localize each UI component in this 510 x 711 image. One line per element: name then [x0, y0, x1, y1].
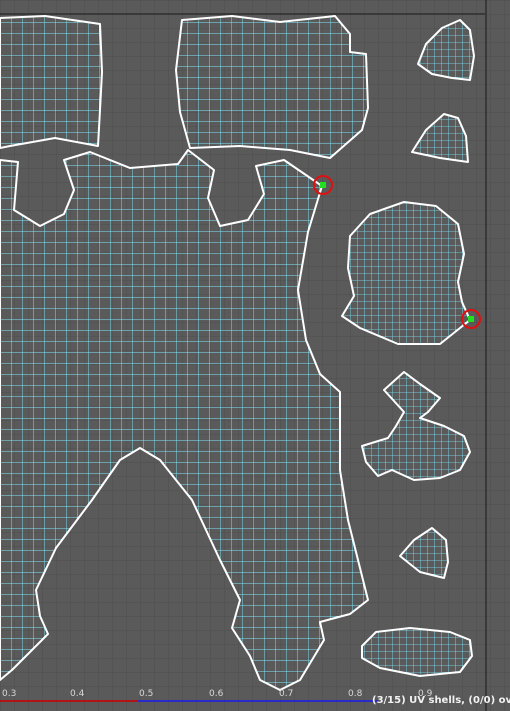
uv-editor-viewport[interactable]: [0, 0, 510, 711]
v-axis-line: [138, 700, 378, 702]
u-axis-line: [0, 700, 138, 702]
u-tick-label: 0.4: [70, 689, 85, 699]
u-tick-label: 0.6: [209, 689, 224, 699]
uv-shell-sleeve-right[interactable]: [175, 15, 369, 159]
u-tick-label: 0.8: [348, 689, 363, 699]
selected-vertex[interactable]: [468, 316, 474, 322]
u-tick-label: 0.3: [2, 689, 17, 699]
selected-vertex[interactable]: [320, 182, 326, 188]
u-tick-label: 0.7: [279, 689, 294, 699]
uv-shell-sleeve-left[interactable]: [0, 15, 103, 149]
u-tick-label: 0.5: [139, 689, 154, 699]
uv-shell-head[interactable]: [341, 201, 471, 345]
uv-shell-status-readout: (3/15) UV shells, (0/0) overla: [372, 695, 510, 706]
